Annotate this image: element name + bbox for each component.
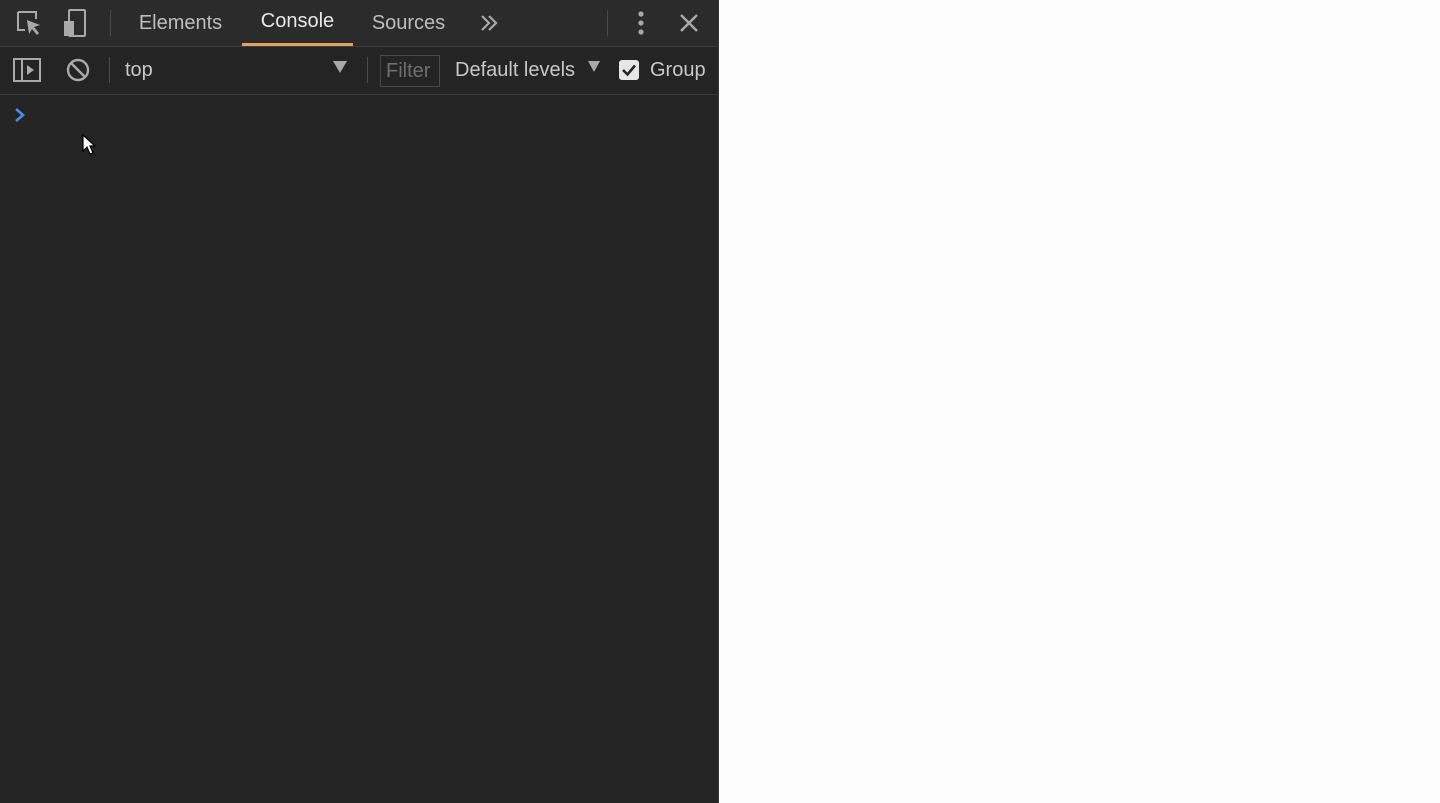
devtools-tabbar: Elements Console Sources xyxy=(0,0,718,47)
levels-dropdown-arrow-icon xyxy=(588,61,600,72)
group-label: Group xyxy=(650,59,706,81)
console-toolbar: top Default levels Group xyxy=(0,47,718,95)
context-label: top xyxy=(125,59,153,81)
toolbar-divider xyxy=(109,57,110,83)
chevrons-right-icon[interactable] xyxy=(474,8,504,38)
context-selector[interactable]: top xyxy=(111,47,361,94)
inspect-element-icon[interactable] xyxy=(14,8,44,38)
page-viewport[interactable] xyxy=(719,0,1440,803)
chevron-right-icon xyxy=(13,107,27,128)
device-toolbar-icon[interactable] xyxy=(61,8,91,38)
close-icon[interactable] xyxy=(674,8,704,38)
tabbar-divider xyxy=(110,10,111,36)
tab-elements-label: Elements xyxy=(138,11,223,34)
filter-input[interactable] xyxy=(380,55,440,87)
tab-sources[interactable]: Sources xyxy=(356,0,461,46)
clear-console-icon[interactable] xyxy=(63,55,93,85)
toolbar-divider-filter xyxy=(367,57,368,83)
tab-sources-label: Sources xyxy=(371,11,446,34)
console-output[interactable] xyxy=(0,95,718,803)
dropdown-arrow-icon xyxy=(333,61,347,73)
devtools-panel: Elements Console Sources top Filter Defa… xyxy=(0,0,719,803)
tab-console-label: Console xyxy=(260,10,335,32)
log-levels-label: Default levels xyxy=(455,59,576,81)
group-checkbox[interactable] xyxy=(619,60,639,80)
tab-console[interactable]: Console xyxy=(242,0,353,46)
sidebar-toggle-icon[interactable] xyxy=(12,55,42,85)
tabbar-divider-right xyxy=(607,10,608,36)
vertical-dots-icon[interactable] xyxy=(626,8,656,38)
tab-elements[interactable]: Elements xyxy=(122,0,239,46)
mouse-pointer-icon xyxy=(82,134,97,155)
